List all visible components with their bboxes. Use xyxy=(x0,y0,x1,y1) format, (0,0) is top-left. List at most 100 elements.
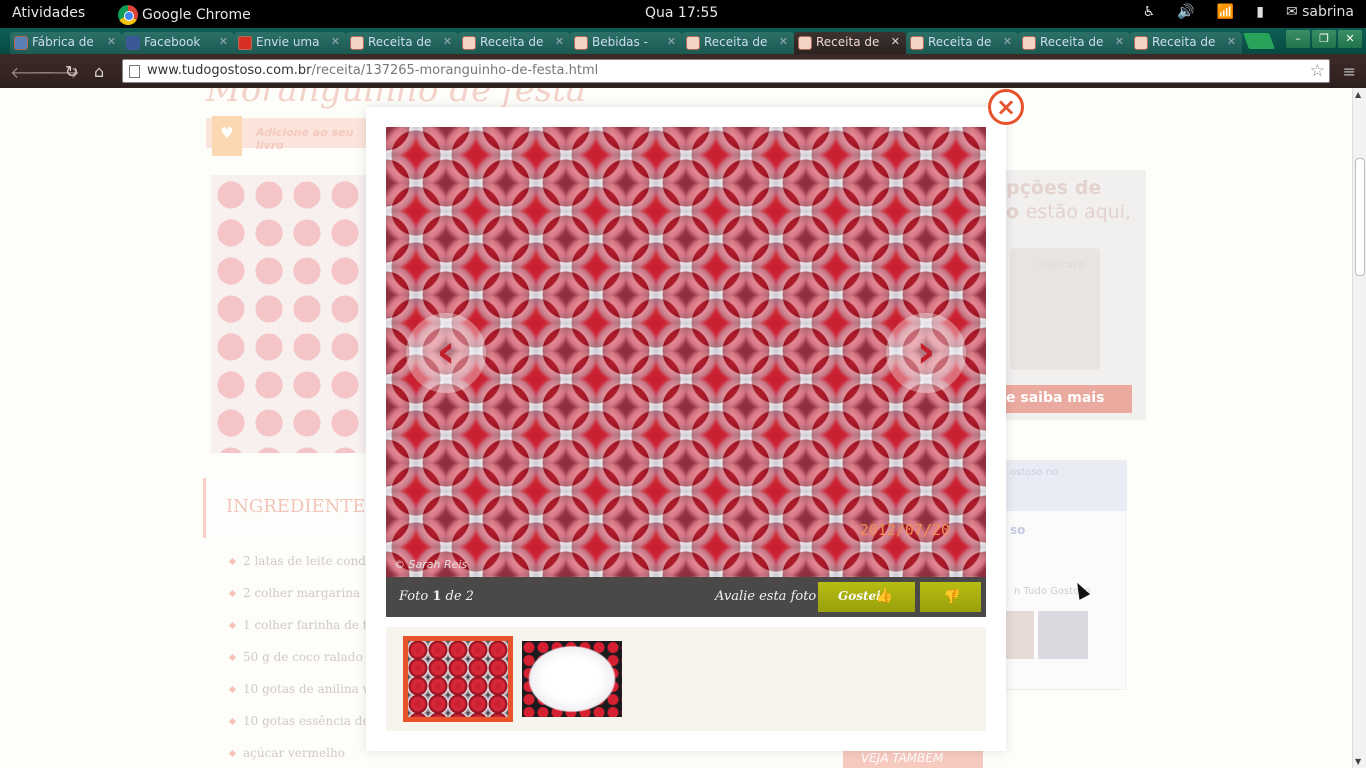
app-name: Google Chrome xyxy=(142,7,251,23)
user-menu[interactable]: ✉ sabrina xyxy=(1286,4,1354,20)
scroll-down-icon[interactable]: ▼ xyxy=(1355,757,1361,766)
photo-date-stamp: 2012/07/20 xyxy=(859,521,950,539)
tab-bebidas[interactable]: Bebidas - ✕ xyxy=(570,32,682,54)
chevron-left-icon: ‹ xyxy=(436,324,456,378)
chrome-icon xyxy=(118,5,138,25)
thumbnail-strip xyxy=(386,627,986,731)
home-icon[interactable]: ⌂ xyxy=(94,62,104,81)
previous-photo-button[interactable]: ‹ xyxy=(406,313,486,393)
tab-label: Bebidas - xyxy=(592,35,648,49)
thumbnail-image xyxy=(522,641,622,717)
volume-icon[interactable]: 🔊 xyxy=(1177,4,1194,20)
accessibility-icon[interactable]: ♿ xyxy=(1143,4,1156,20)
address-bar[interactable]: www.tudogostoso.com.br/receita/137265-mo… xyxy=(122,59,1330,83)
photo-credit: © Sarah Reis xyxy=(394,558,468,571)
rate-photo-label: Avalie esta foto xyxy=(715,589,817,604)
tudogostoso-icon xyxy=(1134,36,1148,50)
tab-label: Receita de xyxy=(1152,35,1216,49)
mail-icon xyxy=(238,36,252,50)
tab-label: Fábrica de xyxy=(32,35,94,49)
close-lightbox-button[interactable]: × xyxy=(988,89,1024,125)
tab-close-icon[interactable]: ✕ xyxy=(779,35,788,48)
thumbs-up-icon: 👍 xyxy=(875,588,893,604)
thumbnail-1[interactable] xyxy=(403,636,513,722)
tab-label: Receita de xyxy=(816,35,880,49)
tab-label: Receita de xyxy=(480,35,544,49)
new-tab-button[interactable] xyxy=(1243,33,1275,49)
tab-label: Envie uma xyxy=(256,35,320,49)
user-name: sabrina xyxy=(1302,4,1354,20)
tab-close-icon[interactable]: ✕ xyxy=(331,35,340,48)
photo-info-bar: Foto 1 de 2 Avalie esta foto Gostei 👍 👎 xyxy=(386,577,986,617)
like-button[interactable]: Gostei 👍 xyxy=(818,582,915,612)
tab-receita-6[interactable]: Receita de ✕ xyxy=(1130,32,1242,54)
tudogostoso-icon xyxy=(1022,36,1036,50)
tab-receita-3[interactable]: Receita de ✕ xyxy=(682,32,794,54)
tab-facebook[interactable]: Facebook ✕ xyxy=(122,32,234,54)
thumbnail-2[interactable] xyxy=(517,636,627,722)
tab-receita-4[interactable]: Receita de ✕ xyxy=(906,32,1018,54)
chrome-menu-icon[interactable]: ≡ xyxy=(1343,62,1356,81)
tab-close-icon[interactable]: ✕ xyxy=(1227,35,1236,48)
thumbs-down-icon: 👎 xyxy=(941,589,960,605)
user-icon: ✉ xyxy=(1285,4,1303,20)
tab-label: Receita de xyxy=(1040,35,1104,49)
counter-prefix: Foto xyxy=(399,589,429,604)
tudogostoso-icon xyxy=(574,36,588,50)
close-window-icon[interactable]: ✕ xyxy=(1338,30,1362,48)
tab-receita-active[interactable]: Receita de ✕ xyxy=(794,32,906,54)
scrollbar-thumb[interactable] xyxy=(1355,158,1365,276)
facebook-icon xyxy=(126,36,140,50)
tab-fabrica[interactable]: Fábrica de ✕ xyxy=(10,32,122,54)
tab-receita-5[interactable]: Receita de ✕ xyxy=(1018,32,1130,54)
tab-close-icon[interactable]: ✕ xyxy=(1003,35,1012,48)
tab-label: Facebook xyxy=(144,35,201,49)
tab-strip: Fábrica de ✕ Facebook ✕ Envie uma ✕ Receita… xyxy=(0,28,1366,54)
bookmark-star-icon[interactable]: ☆ xyxy=(1310,61,1325,81)
activities-button[interactable]: Atividades xyxy=(12,5,85,21)
wifi-icon[interactable]: 📶 xyxy=(1217,4,1234,20)
maximize-icon[interactable]: ❐ xyxy=(1312,30,1336,48)
lightbox-photo: 2012/07/20 © Sarah Reis ‹ › xyxy=(386,127,986,577)
system-top-bar: Atividades Google Chrome Qua 17:55 ♿ 🔊 📶… xyxy=(0,0,1366,28)
url-domain: www.tudogostoso.com.br xyxy=(147,63,312,78)
app-menu[interactable]: Google Chrome xyxy=(118,5,251,25)
tab-receita-1[interactable]: Receita de ✕ xyxy=(346,32,458,54)
tudogostoso-icon xyxy=(462,36,476,50)
tab-close-icon[interactable]: ✕ xyxy=(555,35,564,48)
scroll-up-icon[interactable]: ▲ xyxy=(1355,90,1361,99)
clock[interactable]: Qua 17:55 xyxy=(645,5,718,21)
next-photo-button[interactable]: › xyxy=(886,313,966,393)
fabrica-icon xyxy=(14,36,28,50)
tab-label: Receita de xyxy=(368,35,432,49)
reload-icon[interactable]: ↻ xyxy=(65,62,78,81)
dislike-button[interactable]: 👎 xyxy=(920,582,981,612)
url-path: /receita/137265-moranguinho-de-festa.htm… xyxy=(311,63,599,78)
window-controls: – ❐ ✕ xyxy=(1286,30,1362,48)
tab-close-icon[interactable]: ✕ xyxy=(219,35,228,48)
system-tray: ♿ 🔊 📶 ▮ ✉ sabrina xyxy=(1143,4,1354,20)
tudogostoso-icon xyxy=(350,36,364,50)
minimize-icon[interactable]: – xyxy=(1286,30,1310,48)
tab-close-icon[interactable]: ✕ xyxy=(667,35,676,48)
tab-envie[interactable]: Envie uma ✕ xyxy=(234,32,346,54)
tudogostoso-icon xyxy=(910,36,924,50)
battery-icon[interactable]: ▮ xyxy=(1256,4,1264,20)
thumbnail-image xyxy=(408,641,508,717)
counter-total: 2 xyxy=(465,589,474,604)
tab-close-icon[interactable]: ✕ xyxy=(891,35,900,48)
chevron-right-icon: › xyxy=(916,324,936,378)
page-scrollbar[interactable]: ▲ ▼ xyxy=(1352,88,1366,768)
tab-label: Receita de xyxy=(704,35,768,49)
tudogostoso-icon xyxy=(686,36,700,50)
like-button-label: Gostei xyxy=(838,589,881,603)
photo-counter: Foto 1 de 2 xyxy=(399,589,474,604)
tab-close-icon[interactable]: ✕ xyxy=(107,35,116,48)
counter-separator: de xyxy=(445,589,462,604)
tab-close-icon[interactable]: ✕ xyxy=(443,35,452,48)
page-icon xyxy=(129,65,140,78)
tab-label: Receita de xyxy=(928,35,992,49)
tudogostoso-icon xyxy=(798,36,812,50)
tab-close-icon[interactable]: ✕ xyxy=(1115,35,1124,48)
tab-receita-2[interactable]: Receita de ✕ xyxy=(458,32,570,54)
